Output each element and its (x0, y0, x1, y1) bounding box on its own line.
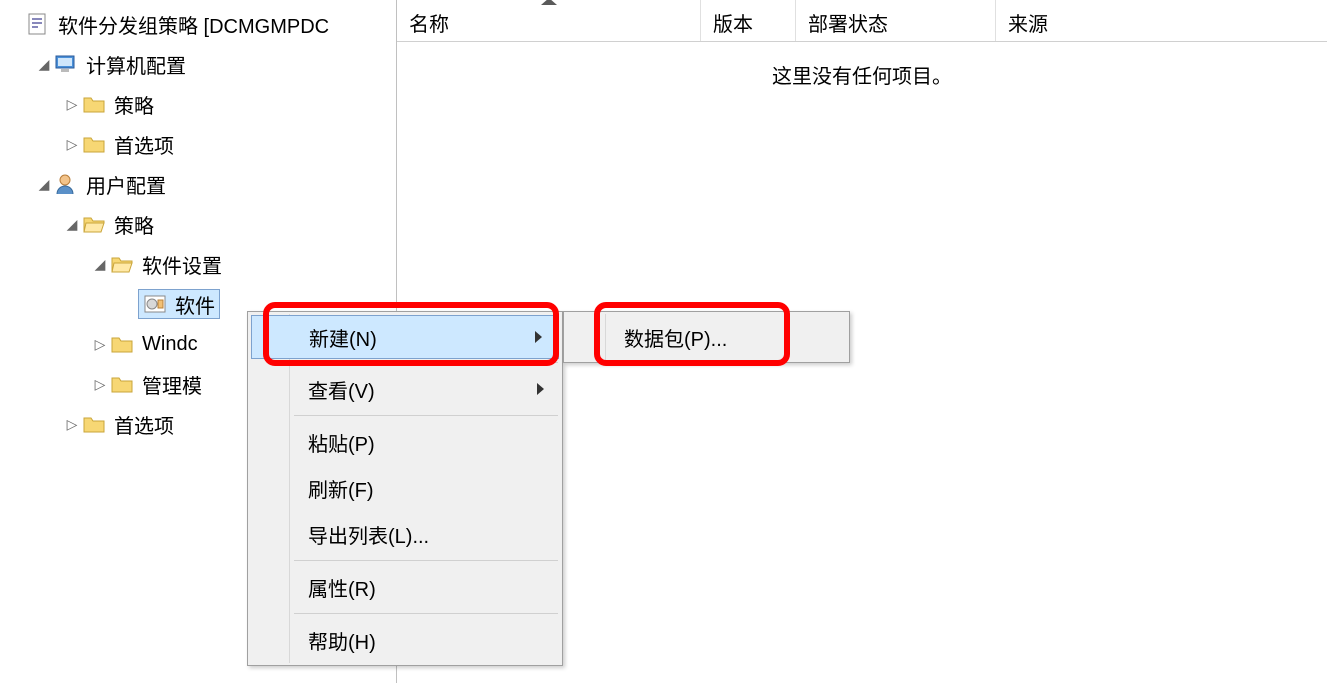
tree-label: 软件 (175, 290, 215, 319)
tree-label: 软件分发组策略 [DCMGMPDC (58, 10, 329, 39)
menu-item-export-list[interactable]: 导出列表(L)... (250, 511, 560, 557)
column-header-version[interactable]: 版本 (701, 0, 796, 41)
menu-item-paste[interactable]: 粘贴(P) (250, 419, 560, 465)
menu-item-label: 查看(V) (308, 375, 375, 404)
folder-icon (110, 332, 134, 356)
software-install-icon (143, 292, 167, 316)
expand-toggle[interactable]: ◢ (34, 176, 54, 193)
column-label: 部署状态 (808, 14, 888, 36)
folder-icon (82, 132, 106, 156)
menu-separator (294, 613, 558, 614)
tree-item-cc-pref[interactable]: ▷ 首选项 (0, 124, 396, 164)
tree-item-root[interactable]: ▷ 软件分发组策略 [DCMGMPDC (0, 4, 396, 44)
tree-label: Windc (142, 333, 198, 356)
policy-doc-icon (26, 12, 50, 36)
column-header-name[interactable]: 名称 (397, 0, 701, 41)
menu-item-package[interactable]: 数据包(P)... (566, 314, 847, 360)
menu-item-refresh[interactable]: 刷新(F) (250, 465, 560, 511)
tree-label: 管理模 (142, 370, 202, 399)
expand-toggle[interactable]: ◢ (90, 256, 110, 273)
tree-item-cc-policy[interactable]: ▷ 策略 (0, 84, 396, 124)
list-header: 名称 版本 部署状态 来源 (397, 0, 1327, 42)
column-header-source[interactable]: 来源 (996, 0, 1327, 41)
column-header-deploy-state[interactable]: 部署状态 (796, 0, 996, 41)
tree-label: 首选项 (114, 410, 174, 439)
sort-asc-icon (541, 0, 557, 5)
column-label: 名称 (409, 14, 449, 36)
user-icon (54, 172, 78, 196)
folder-icon (82, 412, 106, 436)
menu-item-label: 数据包(P)... (624, 323, 727, 352)
submenu-arrow-icon (537, 383, 544, 395)
expand-toggle[interactable]: ▷ (62, 96, 82, 113)
menu-item-view[interactable]: 查看(V) (250, 366, 560, 412)
tree-label: 计算机配置 (86, 50, 186, 79)
expand-toggle[interactable]: ▷ (90, 336, 110, 353)
menu-separator (294, 362, 558, 363)
computer-icon (54, 52, 78, 76)
tree-label: 首选项 (114, 130, 174, 159)
empty-list-message: 这里没有任何项目。 (397, 60, 1327, 89)
menu-item-help[interactable]: 帮助(H) (250, 617, 560, 663)
menu-separator (294, 560, 558, 561)
menu-item-label: 刷新(F) (308, 474, 374, 503)
tree-label: 软件设置 (142, 250, 222, 279)
expand-toggle[interactable]: ◢ (62, 216, 82, 233)
tree-item-uc-policy[interactable]: ◢ 策略 (0, 204, 396, 244)
context-submenu-new: 数据包(P)... (563, 311, 850, 363)
expand-toggle[interactable]: ▷ (62, 416, 82, 433)
menu-item-label: 属性(R) (308, 573, 376, 602)
folder-icon (110, 372, 134, 396)
menu-separator (294, 415, 558, 416)
context-menu: 新建(N) 查看(V) 粘贴(P) 刷新(F) 导出列表(L)... 属性(R)… (247, 311, 563, 666)
column-label: 来源 (1008, 14, 1048, 36)
column-label: 版本 (713, 14, 753, 36)
folder-icon (82, 92, 106, 116)
expand-toggle[interactable]: ▷ (90, 376, 110, 393)
expand-toggle[interactable]: ▷ (62, 136, 82, 153)
tree-label: 策略 (114, 210, 154, 239)
tree-item-computer-config[interactable]: ◢ 计算机配置 (0, 44, 396, 84)
menu-item-new[interactable]: 新建(N) (251, 315, 559, 359)
menu-item-label: 帮助(H) (308, 626, 376, 655)
tree-item-sw-settings[interactable]: ◢ 软件设置 (0, 244, 396, 284)
tree-item-user-config[interactable]: ◢ 用户配置 (0, 164, 396, 204)
menu-item-properties[interactable]: 属性(R) (250, 564, 560, 610)
folder-open-icon (110, 252, 134, 276)
menu-item-label: 导出列表(L)... (308, 520, 429, 549)
tree-label: 策略 (114, 90, 154, 119)
menu-item-label: 粘贴(P) (308, 428, 375, 457)
expand-toggle[interactable]: ◢ (34, 56, 54, 73)
submenu-arrow-icon (535, 331, 542, 343)
folder-open-icon (82, 212, 106, 236)
tree-label: 用户配置 (86, 170, 166, 199)
menu-item-label: 新建(N) (309, 323, 377, 352)
